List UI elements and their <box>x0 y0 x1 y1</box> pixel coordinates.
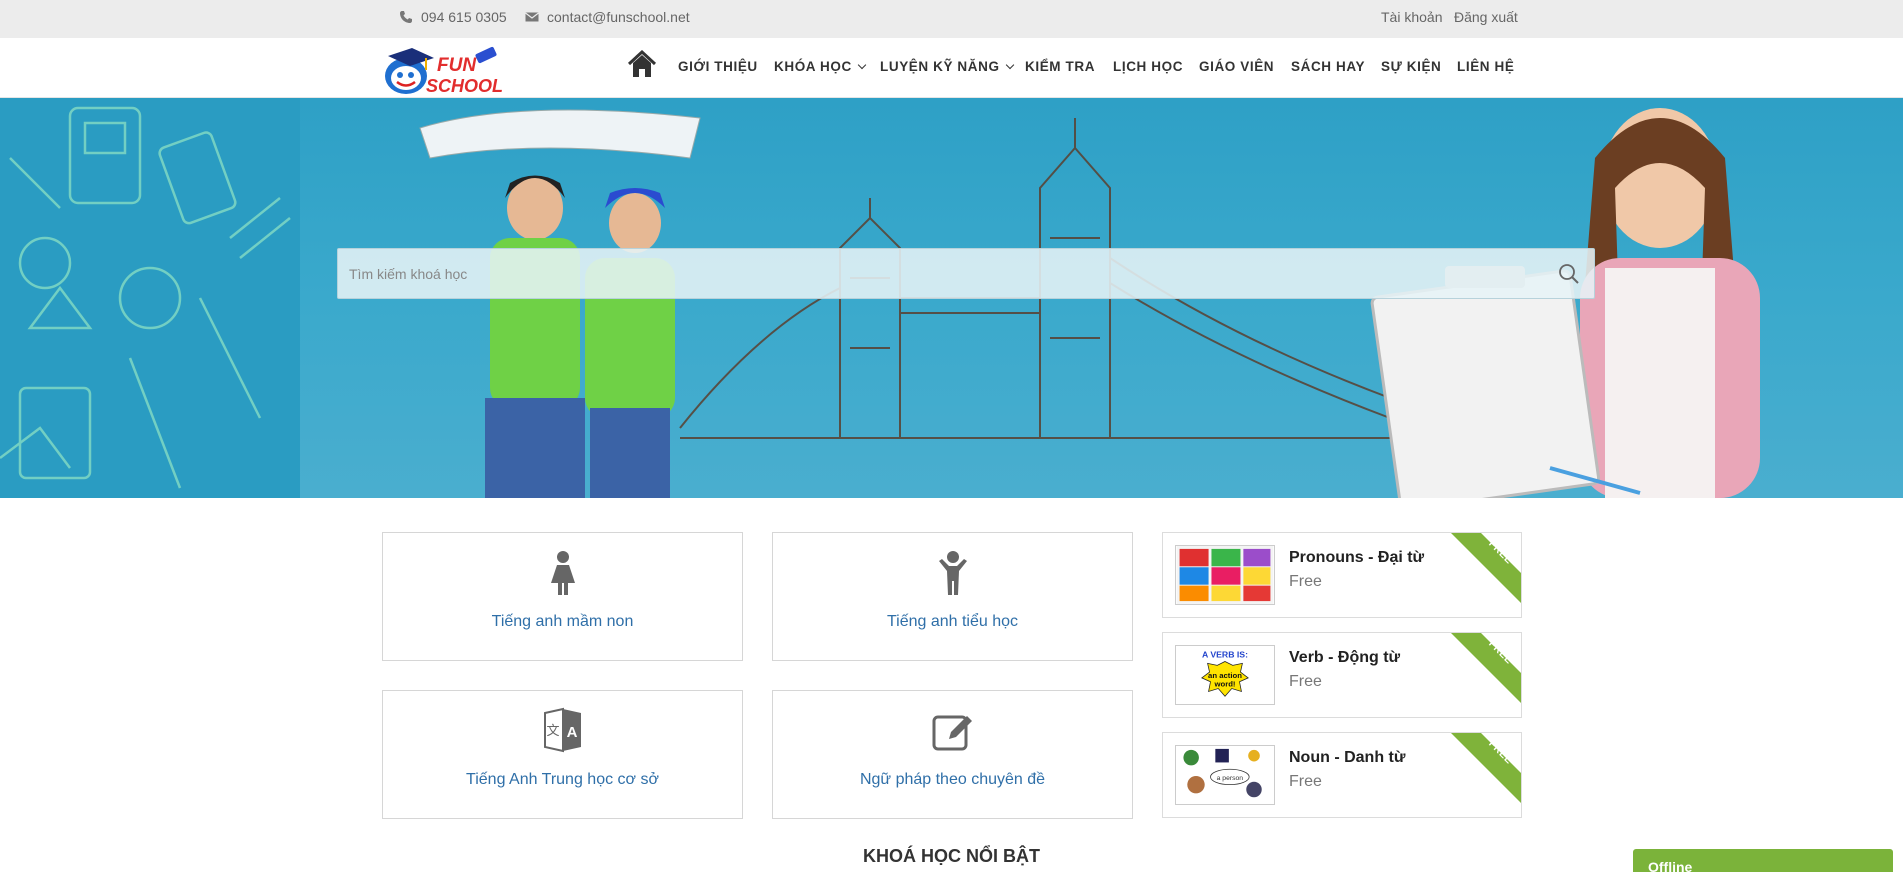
course-title[interactable]: Noun - Danh từ <box>1289 749 1405 767</box>
nav-khoa-hoc[interactable]: KHÓA HỌC <box>774 59 867 74</box>
nav-luyen-ky-nang[interactable]: LUYỆN KỸ NĂNG <box>880 59 1014 74</box>
svg-text:FUN: FUN <box>437 55 477 76</box>
nav-su-kien[interactable]: SỰ KIỆN <box>1381 59 1441 74</box>
chat-widget-offline[interactable]: Offline <box>1633 849 1893 872</box>
phone-contact[interactable]: 094 615 0305 <box>399 9 507 25</box>
course-item-noun[interactable]: a person Noun - Danh từ Free FREE <box>1162 732 1522 818</box>
category-label: Tiếng anh mầm non <box>491 613 634 630</box>
girl-icon <box>550 551 575 595</box>
email-contact[interactable]: contact@funschool.net <box>525 9 690 25</box>
edit-icon <box>932 715 972 751</box>
svg-text:word!: word! <box>1213 680 1235 689</box>
course-thumbnail: A VERB IS: an action word! <box>1175 645 1275 705</box>
course-price: Free <box>1289 773 1322 790</box>
course-title[interactable]: Verb - Động từ <box>1289 649 1400 667</box>
nav-gioi-thieu[interactable]: GIỚI THIỆU <box>678 59 758 74</box>
phone-number: 094 615 0305 <box>421 9 507 25</box>
svg-text:A: A <box>566 724 577 741</box>
course-search-box <box>337 248 1595 299</box>
svg-text:a person: a person <box>1217 775 1244 782</box>
category-label: Tiếng Anh Trung học cơ sở <box>466 771 659 788</box>
nav-sach-hay[interactable]: SÁCH HAY <box>1291 59 1365 74</box>
search-icon[interactable] <box>1558 263 1580 285</box>
free-ribbon <box>1451 533 1521 603</box>
category-card-mam-non[interactable]: Tiếng anh mầm non <box>382 532 743 661</box>
category-label: Ngữ pháp theo chuyên đề <box>859 771 1046 788</box>
logout-link[interactable]: Đăng xuất <box>1454 9 1518 25</box>
nav-giao-vien[interactable]: GIÁO VIÊN <box>1199 59 1274 74</box>
hero-banner <box>0 98 1903 498</box>
category-card-thcs[interactable]: A 文 Tiếng Anh Trung học cơ sở <box>382 690 743 819</box>
svg-text:文: 文 <box>546 724 559 739</box>
nav-lich-hoc[interactable]: LỊCH HỌC <box>1113 59 1183 74</box>
nav-lien-he[interactable]: LIÊN HỆ <box>1457 59 1514 74</box>
home-icon[interactable] <box>627 50 657 80</box>
svg-text:an action: an action <box>1208 671 1242 680</box>
phone-icon <box>400 11 412 23</box>
account-link[interactable]: Tài khoản <box>1381 9 1442 25</box>
funschool-logo[interactable]: FUN SCHOOL <box>382 42 506 96</box>
email-address: contact@funschool.net <box>547 9 690 25</box>
envelope-icon <box>525 12 539 22</box>
search-input[interactable] <box>338 249 1538 298</box>
svg-text:SCHOOL: SCHOOL <box>426 76 503 96</box>
translate-icon: A 文 <box>543 707 581 753</box>
category-card-tieu-hoc[interactable]: Tiếng anh tiểu học <box>772 532 1133 661</box>
course-price: Free <box>1289 673 1322 690</box>
course-title[interactable]: Pronouns - Đại từ <box>1289 549 1424 567</box>
svg-text:A VERB IS:: A VERB IS: <box>1202 650 1248 660</box>
course-thumbnail: a person <box>1175 745 1275 805</box>
category-card-ngu-phap[interactable]: Ngữ pháp theo chuyên đề <box>772 690 1133 819</box>
main-header: FUN SCHOOL GIỚI THIỆU KHÓA HỌC LUYỆN KỸ … <box>0 38 1903 98</box>
featured-courses-title: KHOÁ HỌC NỔI BẬT <box>863 846 1040 866</box>
nav-kiem-tra[interactable]: KIỂM TRA <box>1025 59 1095 74</box>
free-ribbon <box>1451 733 1521 803</box>
chevron-down-icon <box>1005 60 1014 69</box>
child-icon <box>938 551 967 595</box>
course-thumbnail <box>1175 545 1275 605</box>
course-item-pronouns[interactable]: Pronouns - Đại từ Free FREE <box>1162 532 1522 618</box>
free-ribbon <box>1451 633 1521 703</box>
category-label: Tiếng anh tiểu học <box>886 613 1019 630</box>
course-item-verb[interactable]: A VERB IS: an action word! Verb - Động t… <box>1162 632 1522 718</box>
chevron-down-icon <box>857 60 867 69</box>
course-price: Free <box>1289 573 1322 590</box>
top-bar: 094 615 0305 contact@funschool.net Tài k… <box>0 0 1903 38</box>
